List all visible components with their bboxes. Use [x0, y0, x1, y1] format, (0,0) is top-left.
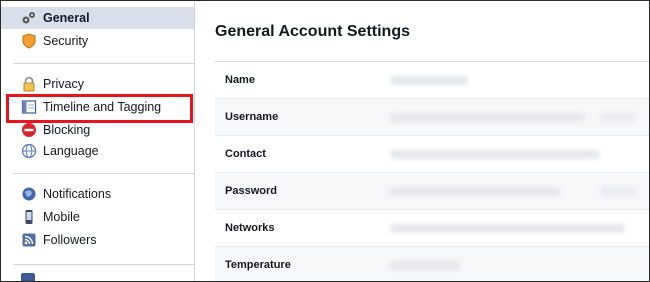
sidebar-item-label: Privacy: [43, 77, 84, 91]
blurred-value: [390, 261, 460, 270]
sidebar-item-mobile[interactable]: Mobile: [1, 206, 194, 228]
sidebar-item-label: Blocking: [43, 123, 91, 137]
phone-icon: [21, 209, 37, 225]
sidebar-item-label: Notifications: [43, 187, 112, 201]
sidebar-item-label: Language: [43, 144, 99, 158]
settings-row-username[interactable]: Username: [215, 99, 649, 136]
blurred-value: [390, 224, 625, 233]
settings-main: General Account Settings Name Username C…: [195, 1, 649, 281]
row-label: Username: [225, 111, 279, 123]
sidebar-item-label: Mobile: [43, 210, 80, 224]
rss-icon: [21, 232, 37, 248]
sidebar-item-label: Security: [43, 34, 89, 48]
settings-window: General Security Privacy Timeline and Ta…: [0, 0, 650, 282]
edit-link[interactable]: [600, 113, 635, 122]
blurred-value: [390, 76, 468, 85]
sidebar-divider: [13, 173, 194, 174]
row-label: Name: [225, 74, 255, 86]
apps-icon[interactable]: [21, 273, 35, 281]
row-label: Networks: [225, 222, 275, 234]
row-label: Contact: [225, 148, 266, 160]
globe-icon: [21, 143, 37, 159]
globe-notification-icon: [21, 186, 37, 202]
shield-icon: [21, 33, 37, 49]
sidebar-divider: [13, 63, 194, 64]
blurred-value: [390, 187, 560, 196]
sidebar-item-label: Followers: [43, 233, 97, 247]
blurred-value: [390, 150, 600, 159]
sidebar-item-general[interactable]: General: [1, 7, 194, 29]
settings-row-password[interactable]: Password: [215, 173, 649, 210]
settings-row-temperature[interactable]: Temperature: [215, 247, 649, 281]
sidebar-item-label: General: [43, 11, 90, 25]
sidebar-item-privacy[interactable]: Privacy: [1, 73, 194, 95]
sidebar-item-language[interactable]: Language: [1, 140, 194, 162]
lock-icon: [21, 76, 37, 92]
sidebar-item-followers[interactable]: Followers: [1, 229, 194, 251]
settings-row-name[interactable]: Name: [215, 62, 649, 99]
row-label: Password: [225, 185, 277, 197]
sidebar-divider: [13, 264, 194, 265]
settings-row-networks[interactable]: Networks: [215, 210, 649, 247]
sidebar-item-security[interactable]: Security: [1, 30, 194, 52]
sidebar-item-notifications[interactable]: Notifications: [1, 183, 194, 205]
settings-sidebar: General Security Privacy Timeline and Ta…: [1, 1, 195, 281]
row-label: Temperature: [225, 259, 291, 271]
edit-link[interactable]: [600, 187, 635, 196]
page-title: General Account Settings: [215, 23, 410, 40]
block-icon: [21, 122, 37, 138]
highlight-box: [6, 94, 193, 123]
gears-icon: [21, 10, 37, 26]
blurred-value: [390, 113, 585, 122]
settings-row-contact[interactable]: Contact: [215, 136, 649, 173]
